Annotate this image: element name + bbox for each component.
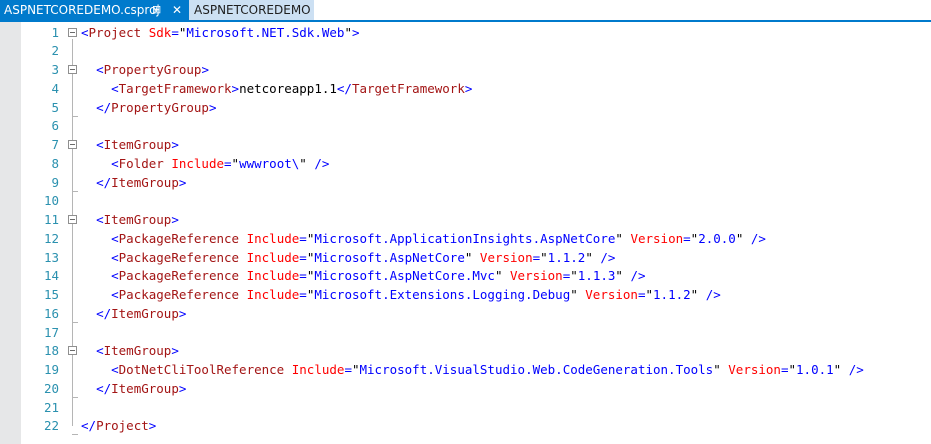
line-number: 20 xyxy=(43,380,59,396)
code-text: <ItemGroup> xyxy=(96,137,179,153)
code-line-13: 13 <PackageReference Include="Microsoft.… xyxy=(0,249,931,268)
code-line-7: 7 <ItemGroup> xyxy=(0,136,931,155)
line-number: 17 xyxy=(43,324,59,340)
line-number: 19 xyxy=(43,362,59,378)
code-line-17: 17 xyxy=(0,324,931,343)
collapse-toggle-icon[interactable] xyxy=(68,27,77,37)
line-number: 13 xyxy=(43,249,59,265)
tab-csproj[interactable]: ASPNETCOREDEMO.csproj ⊞ ✕ xyxy=(0,0,189,20)
line-number: 5 xyxy=(51,99,59,115)
code-text: <DotNetCliToolReference Include="Microso… xyxy=(111,362,864,378)
code-line-18: 18 <ItemGroup> xyxy=(0,342,931,361)
code-line-6: 6 xyxy=(0,117,931,136)
code-line-22: 22 </Project> xyxy=(0,417,931,436)
tab-project[interactable]: ASPNETCOREDEMO xyxy=(189,0,314,20)
line-number: 8 xyxy=(51,155,59,171)
line-number: 15 xyxy=(43,287,59,303)
line-number: 22 xyxy=(43,418,59,434)
code-line-2: 2 xyxy=(0,42,931,61)
code-line-1: 1 <Project Sdk="Microsoft.NET.Sdk.Web"> xyxy=(0,24,931,43)
code-text: <Folder Include="wwwroot\" /> xyxy=(111,155,330,171)
line-number: 7 xyxy=(51,137,59,153)
code-text: <PackageReference Include="Microsoft.Asp… xyxy=(111,268,646,284)
collapse-toggle-icon[interactable] xyxy=(68,140,77,150)
line-number: 9 xyxy=(51,174,59,190)
code-line-5: 5 </PropertyGroup> xyxy=(0,99,931,118)
code-line-16: 16 </ItemGroup> xyxy=(0,305,931,324)
code-text: </Project> xyxy=(81,418,157,434)
line-number: 3 xyxy=(51,62,59,78)
code-text: <PackageReference Include="Microsoft.App… xyxy=(111,230,766,246)
tab-project-label: ASPNETCOREDEMO xyxy=(194,3,311,17)
line-number: 18 xyxy=(43,343,59,359)
code-line-10: 10 xyxy=(0,192,931,211)
code-text: </ItemGroup> xyxy=(96,305,187,321)
collapse-toggle-icon[interactable] xyxy=(68,65,77,75)
code-text: <PackageReference Include="Microsoft.Ext… xyxy=(111,287,721,303)
code-text: </ItemGroup> xyxy=(96,380,187,396)
code-text: </ItemGroup> xyxy=(96,174,187,190)
line-number: 12 xyxy=(43,230,59,246)
code-text: <TargetFramework>netcoreapp1.1</TargetFr… xyxy=(111,80,473,96)
code-line-4: 4 <TargetFramework>netcoreapp1.1</Target… xyxy=(0,80,931,99)
line-number: 21 xyxy=(43,399,59,415)
line-number: 1 xyxy=(51,24,59,40)
code-text: <PackageReference Include="Microsoft.Asp… xyxy=(111,249,616,265)
line-number: 10 xyxy=(43,193,59,209)
collapse-toggle-icon[interactable] xyxy=(68,215,77,225)
line-number: 14 xyxy=(43,268,59,284)
document-tab-strip: ASPNETCOREDEMO.csproj ⊞ ✕ ASPNETCOREDEMO xyxy=(0,0,931,22)
code-line-19: 19 <DotNetCliToolReference Include="Micr… xyxy=(0,361,931,380)
line-number: 16 xyxy=(43,305,59,321)
line-number: 11 xyxy=(43,212,59,228)
code-text: </PropertyGroup> xyxy=(96,99,217,115)
code-line-3: 3 <PropertyGroup> xyxy=(0,61,931,80)
code-editor[interactable]: 1 <Project Sdk="Microsoft.NET.Sdk.Web"> … xyxy=(0,22,931,444)
code-text: <Project Sdk="Microsoft.NET.Sdk.Web"> xyxy=(81,24,360,40)
tab-csproj-label: ASPNETCOREDEMO.csproj xyxy=(4,3,160,17)
code-line-12: 12 <PackageReference Include="Microsoft.… xyxy=(0,230,931,249)
code-line-11: 11 <ItemGroup> xyxy=(0,211,931,230)
code-line-20: 20 </ItemGroup> xyxy=(0,380,931,399)
collapse-toggle-icon[interactable] xyxy=(68,346,77,356)
line-number: 4 xyxy=(51,80,59,96)
code-line-14: 14 <PackageReference Include="Microsoft.… xyxy=(0,267,931,286)
code-line-9: 9 </ItemGroup> xyxy=(0,174,931,193)
line-number: 6 xyxy=(51,118,59,134)
code-line-8: 8 <Folder Include="wwwroot\" /> xyxy=(0,155,931,174)
line-number: 2 xyxy=(51,43,59,59)
close-icon[interactable]: ✕ xyxy=(172,0,182,20)
code-line-15: 15 <PackageReference Include="Microsoft.… xyxy=(0,286,931,305)
code-text: <ItemGroup> xyxy=(96,343,179,359)
code-line-21: 21 xyxy=(0,399,931,418)
pin-icon[interactable]: ⊞ xyxy=(152,0,161,20)
code-text: <PropertyGroup> xyxy=(96,62,209,78)
code-text: <ItemGroup> xyxy=(96,212,179,228)
